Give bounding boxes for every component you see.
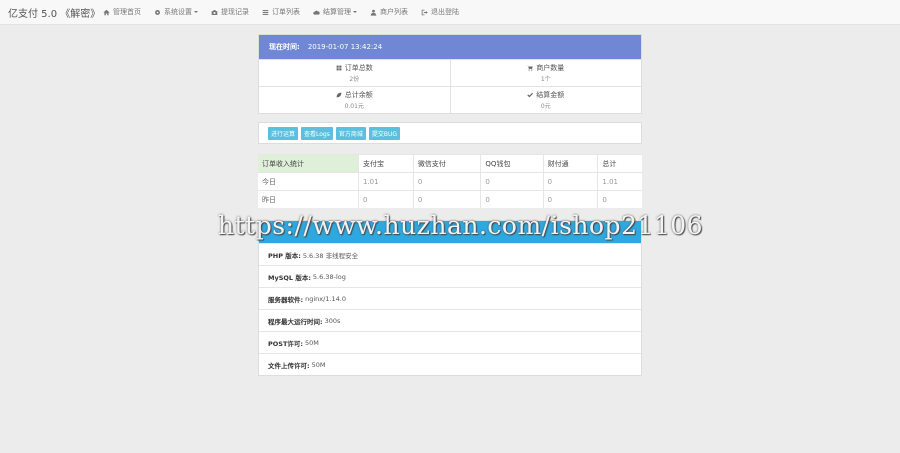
server-info-label: PHP 版本: [268,251,301,260]
table-cell: 0 [412,190,481,208]
table-cell: 0 [358,190,414,208]
stat-settlement: 结算金额 0元 [449,87,642,113]
income-table: 订单收入统计 支付宝 微信支付 QQ钱包 财付通 总计 今日 1.01 0 0 … [258,154,642,208]
server-info-value: 50M [311,360,326,369]
nav-item-settings[interactable]: 系统设置 [154,7,198,17]
nav-item-label: 商户列表 [380,8,408,16]
server-info-row: PHP 版本: 5.6.38 非线程安全 [259,243,641,265]
stat-label: 订单总数 [344,64,373,72]
chevron-down-icon [353,11,357,13]
check-icon [527,92,534,98]
table-header: 总计 [597,154,642,173]
top-navbar: 亿支付 5.0 《解密》 管理首页 系统设置 提现记录 订单列表 结算管理 商户… [0,0,900,25]
server-info-label: 文件上传许可: [268,361,310,370]
table-header: 支付宝 [358,154,414,173]
table-row: 今日 1.01 0 0 0 1.01 [258,172,642,191]
overview-panel: 现在时间: 2019-01-07 13:42:24 订单总数 2份 商户数量 1… [258,34,642,114]
leaf-icon [336,92,342,98]
table-cell: 0 [542,172,598,191]
table-header-row: 订单收入统计 支付宝 微信支付 QQ钱包 财付通 总计 [258,154,642,173]
server-info-row: 程序最大运行时间: 300s [259,309,641,331]
stat-row: 总计余额 0.01元 结算金额 0元 [259,86,641,113]
server-info-value: 5.6.38 非线程安全 [302,251,359,260]
nav-item-label: 订单列表 [272,8,300,16]
grid-icon [336,65,342,71]
server-info-value: 300s [324,316,341,325]
server-info-label: POST许可: [268,339,304,348]
table-header: 微信支付 [412,154,481,173]
table-cell: 今日 [258,172,359,191]
table-cell: 0 [480,190,544,208]
server-info-panel: PHP 版本: 5.6.38 非线程安全 MySQL 版本: 5.6.38-lo… [258,220,642,376]
quick-link-store[interactable]: 官方商城 [335,126,366,140]
server-info-row: POST许可: 50M [259,331,641,353]
list-icon [262,9,269,15]
nav-item-merchants[interactable]: 商户列表 [370,7,408,17]
nav-item-label: 结算管理 [323,8,351,16]
user-icon [370,9,377,16]
nav-item-logout[interactable]: 退出登陆 [421,7,459,17]
table-row: 昨日 0 0 0 0 0 [258,190,642,208]
nav-item-label: 退出登陆 [431,8,459,16]
nav-item-orders[interactable]: 订单列表 [262,7,300,17]
table-header: 订单收入统计 [258,154,359,173]
table-cell: 0 [597,190,642,208]
table-cell: 昨日 [258,190,359,208]
dashboard-main: 现在时间: 2019-01-07 13:42:24 订单总数 2份 商户数量 1… [258,34,642,376]
chevron-down-icon [194,11,198,13]
nav-item-withdrawals[interactable]: 提现记录 [211,7,249,17]
stat-label: 结算金额 [536,91,565,99]
table-cell: 1.01 [358,172,414,191]
brand-title[interactable]: 亿支付 5.0 《解密》 [0,5,103,20]
logout-icon [421,9,428,15]
server-info-label: 服务器软件: [268,295,304,304]
stat-label: 商户数量 [536,64,565,72]
quick-links-panel: 进行运算 查看Logs 官方商城 提交BUG [258,122,642,144]
server-info-value: nginx/1.14.0 [305,294,346,303]
gear-icon [155,9,160,15]
time-label: 现在时间: [269,43,300,51]
nav-item-settlement[interactable]: 结算管理 [313,7,357,17]
camera-icon [211,9,218,15]
table-header: QQ钱包 [480,154,544,173]
stat-merchants: 商户数量 1个 [449,60,642,86]
server-info-label: MySQL 版本: [268,273,311,282]
time-value: 2019-01-07 13:42:24 [307,43,383,51]
stat-balance: 总计余额 0.01元 [259,87,450,113]
table-cell: 1.01 [597,172,642,191]
stat-orders: 订单总数 2份 [259,60,450,86]
stat-row: 订单总数 2份 商户数量 1个 [259,59,641,86]
home-icon [103,9,110,15]
quick-link-logs[interactable]: 查看Logs [301,126,333,140]
table-cell: 0 [480,172,544,191]
nav-item-label: 管理首页 [113,8,141,16]
cloud-icon [313,10,320,15]
overview-header: 现在时间: 2019-01-07 13:42:24 [259,35,641,59]
quick-link-bug[interactable]: 提交BUG [368,126,401,140]
watermark-text: https://www.huzhan.com/ishop21106 [218,211,704,240]
stat-label: 总计余额 [344,91,373,99]
server-info-row: 文件上传许可: 50M [259,353,641,375]
table-cell: 0 [542,190,598,208]
server-info-value: 5.6.38-log [312,272,346,281]
server-info-row: MySQL 版本: 5.6.38-log [259,265,641,287]
server-info-row: 服务器软件: nginx/1.14.0 [259,287,641,309]
table-header: 财付通 [542,154,598,173]
cart-icon [527,65,533,71]
quick-link-run[interactable]: 进行运算 [268,126,299,140]
nav-item-home[interactable]: 管理首页 [103,7,141,17]
stat-value: 2份 [349,76,360,83]
nav-item-label: 提现记录 [221,8,249,16]
server-info-value: 50M [305,338,319,347]
server-info-label: 程序最大运行时间: [268,317,323,326]
stat-value: 1个 [540,76,551,83]
stat-value: 0.01元 [344,103,364,110]
table-cell: 0 [412,172,481,191]
stat-value: 0元 [540,103,551,110]
nav-item-label: 系统设置 [164,8,192,16]
